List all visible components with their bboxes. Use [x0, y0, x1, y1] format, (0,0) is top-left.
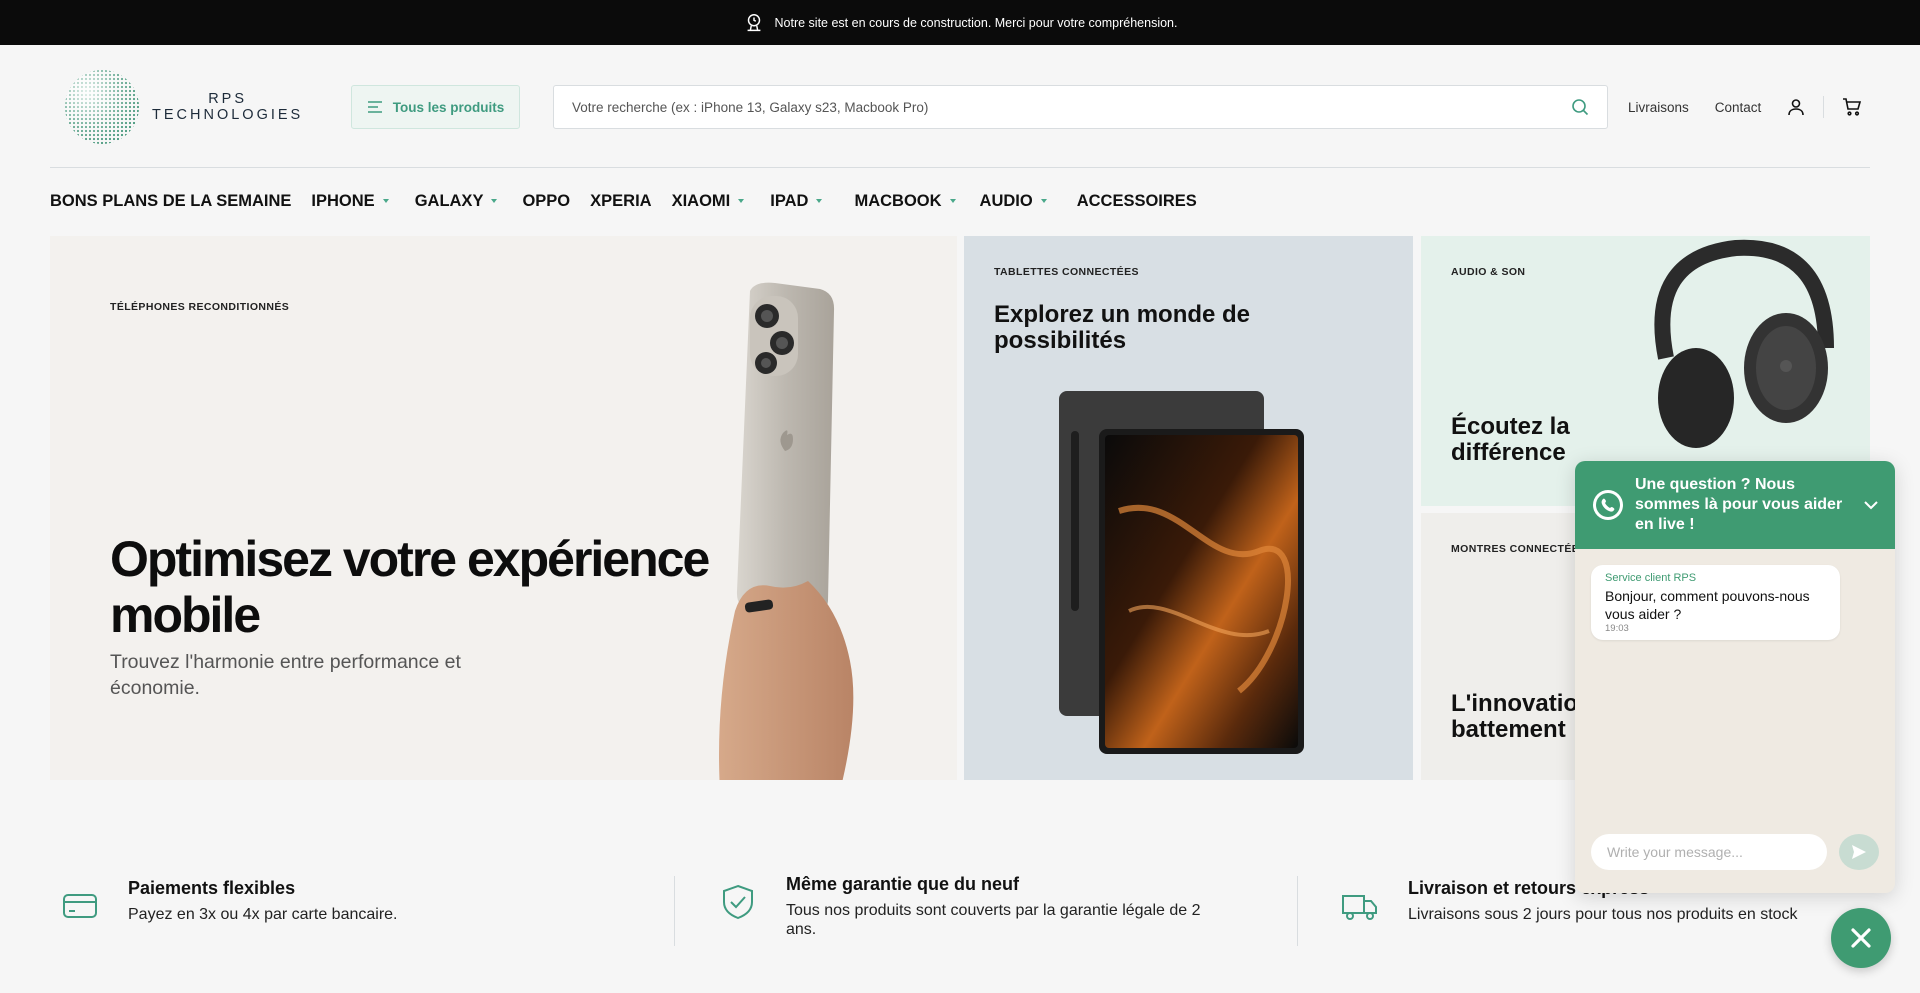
phone-in-hand-image [719, 282, 854, 780]
all-products-button[interactable]: Tous les produits [351, 85, 520, 129]
hero-title: Optimisez votre expérience mobile [110, 531, 710, 643]
chat-close-button[interactable] [1831, 908, 1891, 968]
chevron-down-icon [382, 199, 389, 203]
feature-text: Livraisons sous 2 jours pour tous nos pr… [1408, 906, 1798, 923]
chevron-down-icon [491, 199, 498, 203]
headphones-image [1654, 239, 1834, 448]
search-input[interactable] [572, 99, 1571, 115]
construction-icon [747, 13, 760, 31]
hero-banner[interactable]: TÉLÉPHONES RECONDITIONNÉS Optimisez votr… [50, 236, 957, 780]
watches-eyebrow: MONTRES CONNECTÉES [1451, 543, 1587, 555]
chevron-down-icon[interactable] [1863, 500, 1879, 510]
nav-item-oppo[interactable]: OPPO [522, 192, 570, 211]
chat-message-input[interactable] [1591, 834, 1827, 870]
logo-line-2: TECHNOLOGIES [152, 107, 304, 123]
menu-icon [367, 101, 382, 113]
chat-header-title: Une question ? Nous sommes là pour vous … [1635, 476, 1843, 533]
nav-item-galaxy[interactable]: GALAXY [415, 192, 498, 211]
nav-item-accessoires[interactable]: ACCESSOIRES [1077, 192, 1197, 211]
chat-timestamp: 19:03 [1605, 623, 1629, 634]
announcement-text: Notre site est en cours de construction.… [774, 15, 1178, 30]
nav-item-ipad[interactable]: IPAD [770, 192, 823, 211]
feature-divider [674, 876, 675, 946]
chat-body: Service client RPS Bonjour, comment pouv… [1575, 549, 1895, 893]
send-button[interactable] [1839, 834, 1879, 870]
chat-header[interactable]: Une question ? Nous sommes là pour vous … [1575, 461, 1895, 549]
audio-eyebrow: AUDIO & SON [1451, 266, 1526, 278]
nav-item-macbook[interactable]: MACBOOK [854, 192, 956, 211]
globe-logo-icon [65, 70, 139, 144]
chevron-down-icon [816, 199, 823, 203]
tablets-card[interactable]: TABLETTES CONNECTÉES Explorez un monde d… [964, 236, 1413, 780]
logo-line-1: RPS [208, 91, 248, 107]
header-divider [1823, 96, 1825, 118]
all-products-label: Tous les produits [392, 99, 505, 115]
feature-title: Paiements flexibles [128, 878, 296, 898]
truck-icon [1342, 895, 1377, 920]
nav-item-bons-plans[interactable]: BONS PLANS DE LA SEMAINE [50, 192, 291, 211]
search-bar [553, 85, 1608, 129]
shield-check-icon [723, 884, 753, 920]
whatsapp-icon [1593, 490, 1623, 520]
header-links: Livraisons Contact [1628, 85, 1862, 129]
announcement-bar: Notre site est en cours de construction.… [0, 0, 1920, 45]
feature-divider [1297, 876, 1298, 946]
feature-text: Tous nos produits sont couverts par la g… [786, 902, 1201, 938]
chat-widget: Une question ? Nous sommes là pour vous … [1575, 461, 1895, 893]
chevron-down-icon [1040, 199, 1047, 203]
tablet-image [1059, 391, 1304, 754]
hero-eyebrow: TÉLÉPHONES RECONDITIONNÉS [110, 301, 290, 313]
shipping-link[interactable]: Livraisons [1628, 100, 1689, 115]
cart-icon[interactable] [1842, 98, 1862, 116]
hero-subtitle: Trouvez l'harmonie entre performance et … [110, 651, 461, 699]
send-icon [1852, 845, 1866, 859]
tablets-eyebrow: TABLETTES CONNECTÉES [994, 266, 1139, 278]
feature-title: Même garantie que du neuf [786, 874, 1020, 894]
contact-link[interactable]: Contact [1715, 100, 1762, 115]
site-header: RPS TECHNOLOGIES Tous les produits Livra… [50, 45, 1870, 168]
nav-item-xiaomi[interactable]: XIAOMI [672, 192, 745, 211]
tablets-title: Explorez un monde de possibilités [994, 301, 1251, 354]
nav-item-xperia[interactable]: XPERIA [590, 192, 651, 211]
audio-title: Écoutez la différence [1451, 413, 1570, 466]
close-icon [1851, 928, 1871, 948]
nav-item-iphone[interactable]: IPHONE [311, 192, 389, 211]
user-icon[interactable] [1787, 98, 1805, 116]
feature-text: Payez en 3x ou 4x par carte bancaire. [128, 906, 398, 923]
logo[interactable]: RPS TECHNOLOGIES [64, 69, 303, 145]
feature-payments: Paiements flexibles Payez en 3x ou 4x pa… [60, 878, 398, 926]
feature-warranty: Même garantie que du neuf Tous nos produ… [718, 874, 1226, 939]
chat-message: Service client RPS Bonjour, comment pouv… [1591, 565, 1840, 640]
chat-message-text: Bonjour, comment pouvons-nous vous aider… [1605, 588, 1810, 622]
search-icon[interactable] [1571, 98, 1589, 116]
nav-item-audio[interactable]: AUDIO [980, 192, 1047, 211]
chevron-down-icon [949, 199, 956, 203]
credit-card-icon [63, 894, 97, 918]
chevron-down-icon [738, 199, 745, 203]
main-nav: BONS PLANS DE LA SEMAINE IPHONE GALAXY O… [50, 188, 1217, 214]
chat-sender: Service client RPS [1605, 572, 1697, 584]
